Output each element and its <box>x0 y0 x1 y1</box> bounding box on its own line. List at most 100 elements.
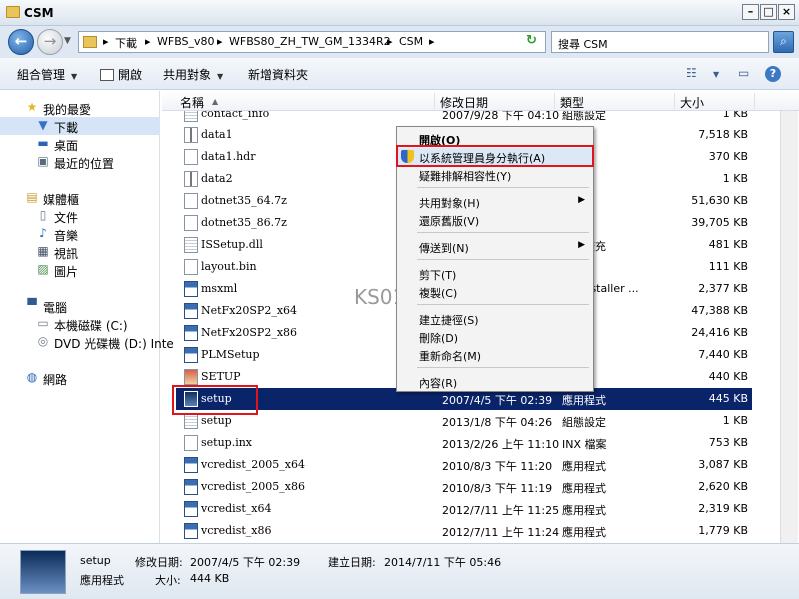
address-bar[interactable]: ▸ 下載 ▸ WFBS_v80 ▸ WFBS80_ZH_TW_GM_1334R2… <box>78 31 546 53</box>
file-row[interactable]: vcredist_x64 2012/7/11 上午 11:25 應用程式 2,3… <box>176 498 752 520</box>
breadcrumb-downloads[interactable]: 下載 <box>115 35 137 51</box>
chevron-down-icon[interactable]: ▼ <box>713 70 719 79</box>
nav-dvd-drive[interactable]: ◎ DVD 光碟機 (D:) Inte <box>0 333 174 352</box>
share-button[interactable]: 共用對象 ▼ <box>163 66 223 83</box>
refresh-icon[interactable]: ↻ <box>526 34 540 48</box>
menu-create-shortcut[interactable]: 建立捷徑(S) <box>397 310 593 328</box>
breadcrumb-separator[interactable]: ▸ <box>103 35 109 48</box>
file-row[interactable]: vcredist_2005_x86 2010/8/3 下午 11:19 應用程式… <box>176 476 752 498</box>
details-created-value: 2014/7/11 下午 05:46 <box>384 556 502 569</box>
menu-rename[interactable]: 重新命名(M) <box>397 346 593 364</box>
breadcrumb-separator[interactable]: ▸ <box>217 35 223 48</box>
menu-restore-previous[interactable]: 還原舊版(V) <box>397 211 593 229</box>
breadcrumb-separator[interactable]: ▸ <box>387 35 393 48</box>
file-icon <box>184 215 198 231</box>
new-folder-button[interactable]: 新增資料夾 <box>248 66 308 83</box>
file-icon <box>184 435 198 451</box>
nav-network[interactable]: ◍ 網路 <box>0 369 160 388</box>
file-row[interactable]: contact_info 2007/9/28 下午 04:10 組態設定 1 K… <box>176 111 752 125</box>
open-button[interactable]: 開啟 <box>100 66 142 83</box>
navigation-pane: ★ 我的最愛 ▼ 下載 ▬ 桌面 ▣ 最近的位置 ▤ 媒體櫃 ▯ 文件 ♪ 音樂 ▦ 視訊 ▨ 圖… <box>0 91 174 543</box>
preview-pane-icon[interactable]: ▭ <box>738 66 749 80</box>
nav-desktop[interactable]: ▬ 桌面 <box>0 135 160 154</box>
nav-videos[interactable]: ▦ 視訊 <box>0 243 160 262</box>
application-icon <box>184 523 198 539</box>
breadcrumb-separator[interactable]: ▸ <box>145 35 151 48</box>
nav-pictures[interactable]: ▨ 圖片 <box>0 261 160 280</box>
file-icon <box>184 259 198 275</box>
menu-open[interactable]: 開啟(O) <box>397 130 593 148</box>
organize-button[interactable]: 組合管理 ▼ <box>17 66 77 83</box>
application-icon <box>184 479 198 495</box>
column-divider[interactable] <box>754 93 755 109</box>
nav-favorites[interactable]: ★ 我的最愛 <box>0 99 160 118</box>
nav-computer[interactable]: ▀ 電腦 <box>0 297 160 316</box>
vertical-scrollbar[interactable] <box>780 111 798 543</box>
desktop-icon: ▬ <box>37 136 49 150</box>
view-options-icon[interactable]: ☷ <box>686 66 697 80</box>
column-name[interactable]: 名稱 <box>180 94 204 111</box>
column-header: 名稱 ▲ 修改日期 類型 大小 <box>162 91 799 111</box>
context-menu: 開啟(O) 以系統管理員身分執行(A) 疑難排解相容性(Y) 共用對象(H) ▶ … <box>396 126 594 392</box>
menu-separator <box>417 367 589 368</box>
application-icon <box>184 501 198 517</box>
menu-properties[interactable]: 內容(R) <box>397 373 593 391</box>
menu-separator <box>417 232 589 233</box>
music-icon: ♪ <box>39 226 47 240</box>
nav-documents[interactable]: ▯ 文件 <box>0 207 160 226</box>
chevron-down-icon: ▼ <box>217 72 224 81</box>
search-input[interactable]: 搜尋 CSM <box>551 31 769 53</box>
minimize-button[interactable]: – <box>742 4 759 20</box>
details-created-label: 建立日期: <box>328 556 376 569</box>
menu-separator <box>417 187 589 188</box>
breadcrumb-wfbs[interactable]: WFBS_v80 <box>157 35 215 48</box>
breadcrumb-wfbs80[interactable]: WFBS80_ZH_TW_GM_1334R2 <box>229 35 391 48</box>
nav-libraries[interactable]: ▤ 媒體櫃 <box>0 189 160 208</box>
application-icon <box>184 347 198 363</box>
column-divider[interactable] <box>674 93 675 109</box>
file-row[interactable]: vcredist_x86 2012/7/11 上午 11:24 應用程式 1,7… <box>176 520 752 542</box>
file-row[interactable]: setup 2013/1/8 下午 04:26 組態設定 1 KB <box>176 410 752 432</box>
nav-recent[interactable]: ▣ 最近的位置 <box>0 153 160 172</box>
details-modified-value: 2007/4/5 下午 02:39 <box>190 556 301 569</box>
menu-run-as-admin[interactable]: 以系統管理員身分執行(A) <box>397 148 593 166</box>
column-divider[interactable] <box>554 93 555 109</box>
hard-drive-icon: ▭ <box>37 316 49 330</box>
nav-local-disk[interactable]: ▭ 本機磁碟 (C:) <box>0 315 160 334</box>
file-row[interactable]: vcredist_2005_x64 2010/8/3 下午 11:20 應用程式… <box>176 454 752 476</box>
maximize-button[interactable]: □ <box>760 4 777 20</box>
search-placeholder: 搜尋 CSM <box>558 38 608 51</box>
recent-pages-dropdown[interactable]: ▼ <box>64 36 71 46</box>
folder-icon <box>6 6 20 18</box>
documents-icon: ▯ <box>39 208 47 222</box>
search-icon[interactable]: ⌕ <box>773 31 794 53</box>
details-modified-label: 修改日期: <box>135 556 183 569</box>
back-button[interactable]: ← <box>8 29 34 55</box>
menu-share-with[interactable]: 共用對象(H) ▶ <box>397 193 593 211</box>
menu-troubleshoot[interactable]: 疑難排解相容性(Y) <box>397 166 593 184</box>
menu-cut[interactable]: 剪下(T) <box>397 265 593 283</box>
cab-file-icon <box>184 127 198 143</box>
close-button[interactable]: × <box>778 4 795 20</box>
help-icon[interactable]: ? <box>765 66 781 82</box>
nav-downloads[interactable]: ▼ 下載 <box>0 117 160 135</box>
download-folder-icon: ▼ <box>38 118 48 132</box>
column-size[interactable]: 大小 <box>680 94 704 111</box>
videos-icon: ▦ <box>37 244 49 258</box>
forward-button[interactable]: → <box>37 29 63 55</box>
nav-music[interactable]: ♪ 音樂 <box>0 225 160 244</box>
menu-send-to[interactable]: 傳送到(N) ▶ <box>397 238 593 256</box>
menu-delete[interactable]: 刪除(D) <box>397 328 593 346</box>
breadcrumb-separator[interactable]: ▸ <box>429 35 435 48</box>
column-divider[interactable] <box>434 93 435 109</box>
details-size-label: 大小: <box>155 574 181 587</box>
column-date[interactable]: 修改日期 <box>440 94 488 111</box>
column-type[interactable]: 類型 <box>560 94 584 111</box>
menu-copy[interactable]: 複製(C) <box>397 283 593 301</box>
window-title: CSM <box>24 6 54 20</box>
network-icon: ◍ <box>26 370 38 384</box>
open-label: 開啟 <box>118 68 143 82</box>
breadcrumb-csm[interactable]: CSM <box>399 35 423 48</box>
file-row[interactable]: setup.inx 2013/2/26 上午 11:10 INX 檔案 753 … <box>176 432 752 454</box>
setup-app-icon <box>20 550 66 594</box>
